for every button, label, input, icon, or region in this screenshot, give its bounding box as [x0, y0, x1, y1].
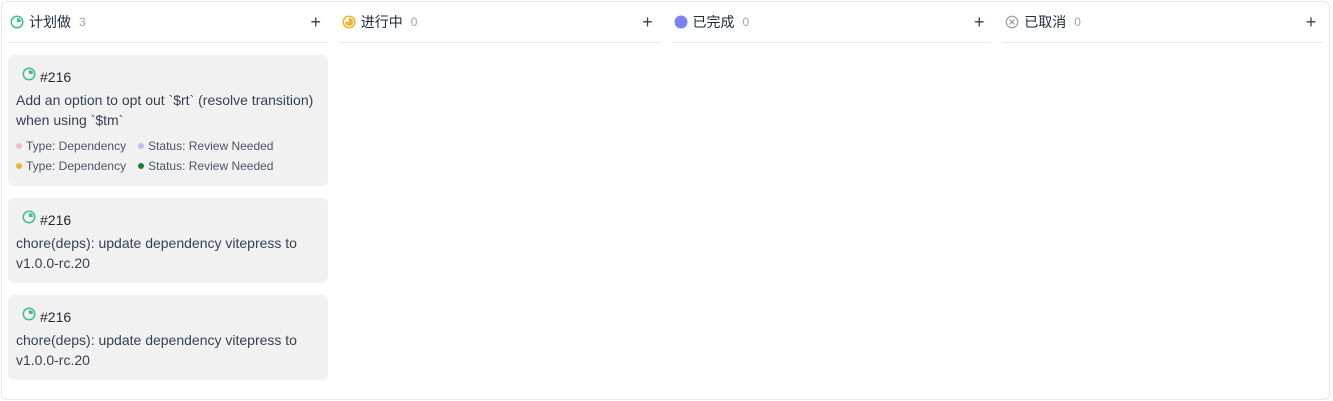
- label-row: Type: Dependency Status: Review Needed: [16, 156, 320, 176]
- column-header: 进行中 0 +: [339, 2, 660, 43]
- kanban-board: 计划做 3 + #216 Add an option to opt out `$…: [1, 1, 1330, 400]
- issue-card[interactable]: #216 Add an option to opt out `$rt` (res…: [8, 55, 328, 186]
- card-id-row: #216: [16, 67, 320, 86]
- column-title: 已取消: [1024, 14, 1067, 30]
- label-text: Status: Review Needed: [148, 159, 274, 173]
- card-title: chore(deps): update dependency vitepress…: [16, 235, 297, 271]
- column-count: 3: [79, 15, 86, 29]
- column-count: 0: [1074, 15, 1081, 29]
- card-id-row: #216: [16, 307, 320, 326]
- column-title: 进行中: [360, 14, 403, 30]
- label-dot: [138, 163, 145, 169]
- column-in-progress: 进行中 0 +: [339, 2, 660, 399]
- circle-quarter-icon: [22, 210, 40, 229]
- card-id-row: #216: [16, 210, 320, 229]
- issue-card[interactable]: #216 chore(deps): update dependency vite…: [8, 295, 328, 380]
- column-title: 计划做: [29, 14, 71, 30]
- label-text: Type: Dependency: [26, 159, 127, 173]
- circle-quarter-icon: [22, 307, 40, 326]
- label-tag: Type: Dependency: [16, 139, 126, 153]
- column-count: 0: [410, 15, 418, 29]
- column-title: 已完成: [692, 14, 735, 30]
- label-dot: [16, 143, 22, 149]
- column-header: 已取消 0 +: [1003, 2, 1323, 43]
- column-count: 0: [742, 15, 750, 29]
- add-card-button[interactable]: +: [306, 12, 326, 32]
- label-tag: Status: Review Needed: [138, 159, 273, 173]
- label-dot: [138, 143, 145, 149]
- circle-quarter-icon: [22, 67, 40, 86]
- circle-half-icon: [342, 15, 356, 29]
- card-id: #216: [40, 68, 72, 85]
- add-card-button[interactable]: +: [1301, 12, 1321, 32]
- label-tag: Type: Dependency: [16, 159, 126, 173]
- label-text: Status: Review Needed: [148, 139, 274, 153]
- card-title: Add an option to opt out `$rt` (resolve …: [16, 92, 314, 128]
- label-text: Type: Dependency: [26, 139, 127, 153]
- add-card-button[interactable]: +: [969, 12, 989, 32]
- circle-x-icon: [1005, 15, 1019, 29]
- card-id: #216: [40, 211, 72, 228]
- column-header: 已完成 0 +: [671, 2, 992, 43]
- column-cancelled: 已取消 0 +: [1003, 2, 1323, 399]
- label-row: Type: Dependency Status: Review Needed: [16, 136, 320, 156]
- card-id: #216: [40, 308, 72, 325]
- label-tag: Status: Review Needed: [138, 139, 273, 153]
- add-card-button[interactable]: +: [638, 12, 658, 32]
- card-title: chore(deps): update dependency vitepress…: [16, 332, 297, 368]
- column-done: 已完成 0 +: [671, 2, 992, 399]
- issue-card[interactable]: #216 chore(deps): update dependency vite…: [8, 198, 328, 283]
- circle-filled-icon: [674, 15, 688, 29]
- column-header: 计划做 3 +: [8, 2, 328, 43]
- column-planned: 计划做 3 + #216 Add an option to opt out `$…: [8, 2, 328, 399]
- label-dot: [16, 163, 22, 169]
- circle-quarter-icon: [10, 15, 24, 29]
- card-labels: Type: Dependency Status: Review Needed T…: [16, 136, 320, 176]
